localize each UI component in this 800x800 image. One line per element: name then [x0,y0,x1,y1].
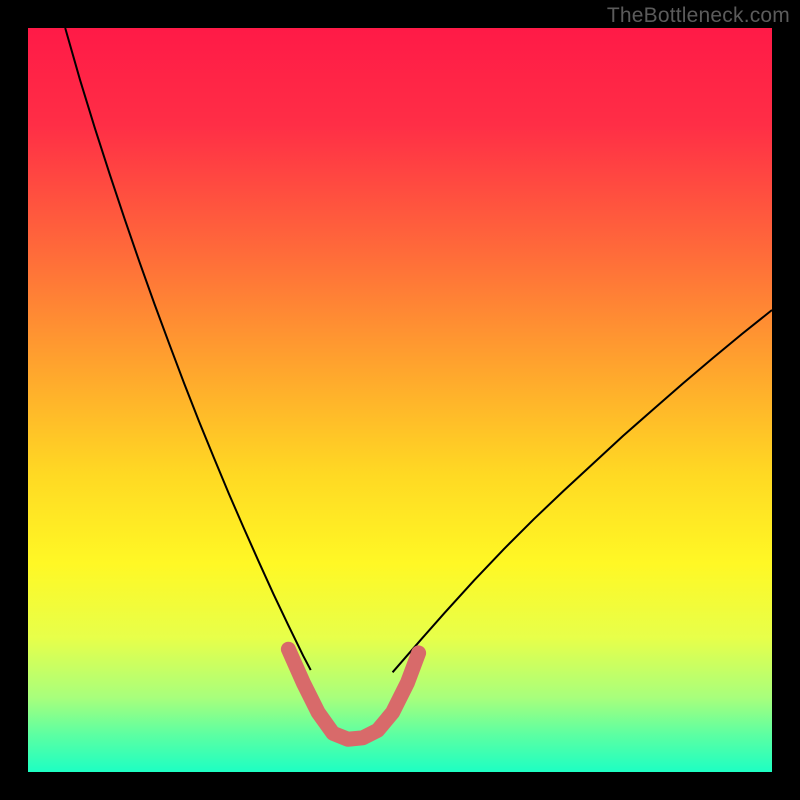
gradient-background [28,28,772,772]
chart-frame: TheBottleneck.com [0,0,800,800]
watermark-text: TheBottleneck.com [607,4,790,28]
chart-svg [28,28,772,772]
plot-area [28,28,772,772]
